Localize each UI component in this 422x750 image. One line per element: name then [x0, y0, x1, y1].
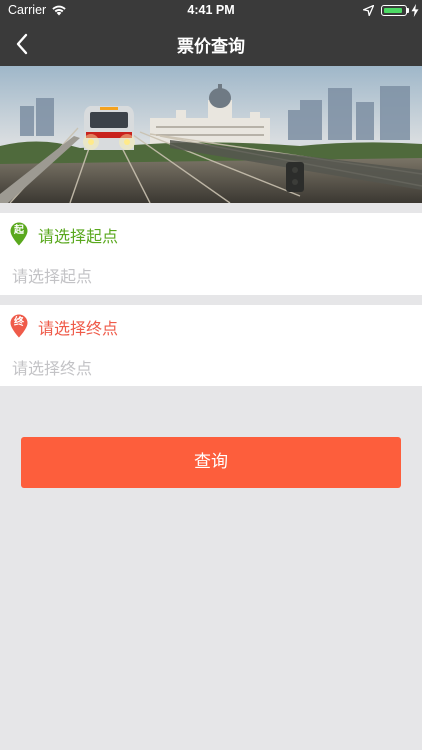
query-button[interactable]: 查询: [21, 437, 401, 488]
top-bar: Carrier 4:41 PM 票价查询: [0, 0, 422, 66]
start-station-card: 起 请选择起点: [0, 213, 422, 295]
status-time: 4:41 PM: [187, 3, 235, 17]
battery-icon: [381, 5, 407, 16]
end-station-card: 终 请选择终点: [0, 305, 422, 386]
train-city-banner-image: [0, 66, 422, 203]
status-bar: Carrier 4:41 PM: [0, 0, 422, 22]
battery-tip: [407, 8, 409, 13]
end-station-input[interactable]: [0, 351, 422, 385]
start-pin-icon: 起: [10, 222, 28, 246]
fare-query-screen: Carrier 4:41 PM 票价查询 起 请选择起点 请选择起点 终 请选择…: [0, 0, 422, 750]
end-station-label: 请选择终点: [38, 319, 119, 338]
start-pin-character: 起: [14, 225, 24, 236]
page-title: 票价查询: [177, 37, 245, 57]
end-pin-character: 终: [14, 317, 24, 328]
navigation-bar: 票价查询: [0, 22, 422, 66]
charging-bolt-icon: [411, 4, 419, 17]
location-arrow-icon: [363, 5, 374, 16]
banner-illustration: [0, 66, 422, 203]
start-station-input[interactable]: [0, 259, 422, 293]
battery-level: [383, 7, 402, 13]
start-station-label: 请选择起点: [38, 227, 119, 246]
end-pin-icon: 终: [10, 314, 28, 338]
